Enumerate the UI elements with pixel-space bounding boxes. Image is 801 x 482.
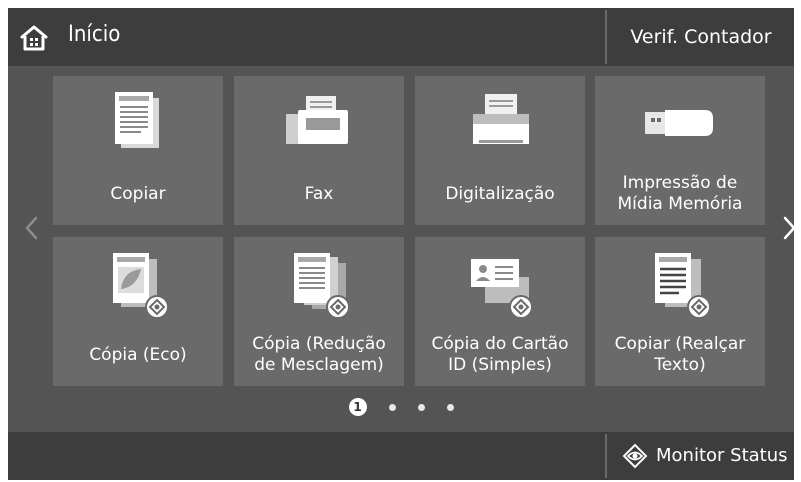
tile-label: Cópia (Eco) <box>89 344 187 365</box>
bottom-bar: Monitor Status <box>8 432 794 480</box>
id-card-copy-icon <box>471 259 533 319</box>
tile-scan[interactable]: Digitalização <box>415 76 585 225</box>
page-dot[interactable] <box>446 403 454 411</box>
divider <box>605 434 607 478</box>
eco-copy-icon <box>113 253 169 319</box>
top-bar: Início Verif. Contador <box>8 8 794 66</box>
tile-eco-copy[interactable]: Cópia (Eco) <box>53 237 223 386</box>
monitor-status-button[interactable]: Monitor Status <box>608 432 794 480</box>
monitor-status-label: Monitor Status <box>656 445 788 466</box>
page-dot-current[interactable]: 1 <box>348 398 367 416</box>
page-indicator: 1 <box>8 396 794 418</box>
usb-memory-icon <box>645 110 713 136</box>
page-title: Início <box>68 22 121 47</box>
tile-id-card-copy[interactable]: Cópia do Cartão ID (Simples) <box>415 237 585 386</box>
tile-label: Cópia do Cartão ID (Simples) <box>431 334 569 375</box>
tile-label: Copiar (Realçar Texto) <box>614 334 746 375</box>
tile-text-enhance-copy[interactable]: Copiar (Realçar Texto) <box>595 237 765 386</box>
text-enhance-copy-icon <box>655 253 711 319</box>
printer-home-screen: Início Verif. Contador Copiar Fax Digita… <box>8 8 796 480</box>
tile-label: Digitalização <box>445 183 555 204</box>
next-page-arrow-icon[interactable] <box>775 208 801 248</box>
tile-fax[interactable]: Fax <box>234 76 404 225</box>
tile-copy[interactable]: Copiar <box>53 76 223 225</box>
tile-label: Copiar <box>110 183 166 204</box>
tile-label: Cópia (Redução de Mesclagem) <box>252 334 386 375</box>
home-icon <box>20 25 48 51</box>
tile-merge-reduction-copy[interactable]: Cópia (Redução de Mesclagem) <box>234 237 404 386</box>
tile-label: Fax <box>304 183 334 204</box>
home-button[interactable]: Início <box>8 8 138 66</box>
check-counter-button[interactable]: Verif. Contador <box>608 8 794 66</box>
previous-page-arrow-icon[interactable] <box>18 208 46 248</box>
copy-icon <box>115 92 159 148</box>
fax-icon <box>286 96 348 144</box>
page-dot[interactable] <box>417 403 425 411</box>
page-dot[interactable] <box>388 403 396 411</box>
tile-label: Impressão de Mídia Memória <box>617 173 743 214</box>
tile-memory-media-print[interactable]: Impressão de Mídia Memória <box>595 76 765 225</box>
monitor-status-icon <box>622 443 648 469</box>
function-tile-grid: Copiar Fax Digitalização Impressão de Mí… <box>53 76 765 386</box>
merge-copy-icon <box>294 253 350 319</box>
divider <box>605 10 607 64</box>
scanner-icon <box>473 94 529 144</box>
